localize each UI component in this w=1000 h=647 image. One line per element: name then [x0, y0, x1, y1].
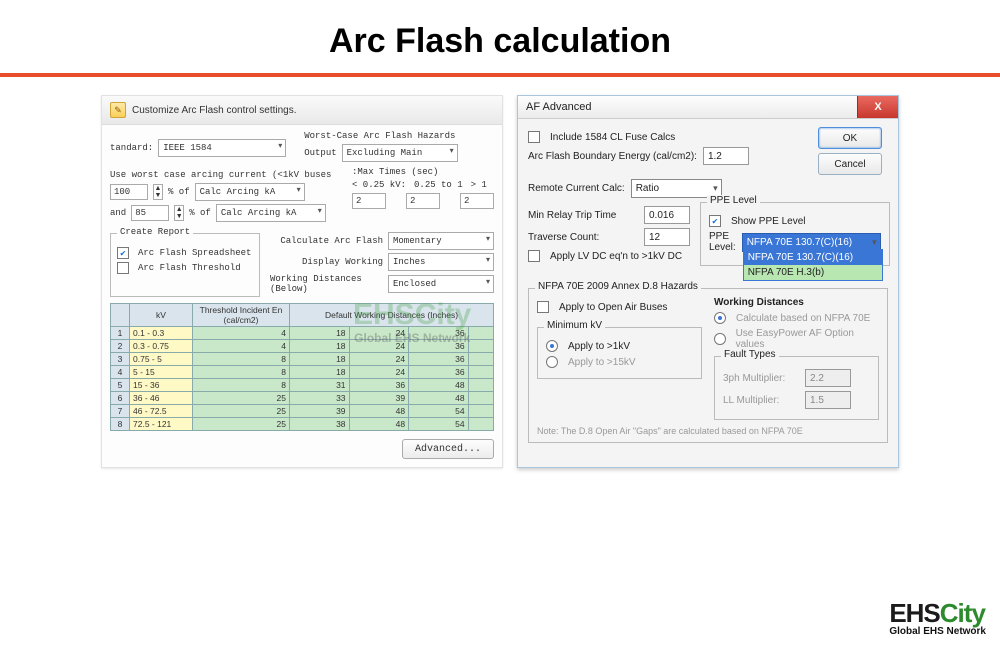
standard-label: tandard: [110, 143, 153, 153]
min-kv-legend: Minimum kV [544, 320, 605, 331]
ft-ll-field: 1.5 [805, 391, 851, 409]
th-wd: Default Working Distances (Inches) [290, 304, 494, 327]
min-relay-field[interactable]: 0.016 [644, 206, 690, 224]
remote-label: Remote Current Calc: [528, 183, 625, 194]
table-row: 45 - 158182436 [111, 366, 494, 379]
include-1584-label: Include 1584 CL Fuse Calcs [550, 132, 675, 143]
pct-100-field[interactable]: 100 [110, 184, 148, 200]
calc-af-label: Calculate Arc Flash [280, 236, 383, 246]
gt1-label: > 1 [471, 180, 487, 190]
use-worstcase-label: Use worst case arcing current (<1kV buse… [110, 170, 331, 180]
apply-lv-label: Apply LV DC eq'n to >1kV DC [550, 251, 682, 262]
spreadsheet-label: Arc Flash Spreadsheet [138, 248, 251, 258]
af-advanced-title: AF Advanced [526, 101, 591, 113]
apply-open-air-checkbox[interactable] [537, 301, 549, 313]
table-row: 10.1 - 0.34182436 [111, 327, 494, 340]
ft-3ph-field: 2.2 [805, 369, 851, 387]
ppe-level-options: NFPA 70E 130.7(C)(16) NFPA 70E H.3(b) [743, 249, 883, 281]
table-row: 636 - 4625333948 [111, 392, 494, 405]
calc-af-select[interactable]: Momentary [388, 232, 494, 250]
maxtime-b-field[interactable]: 2 [406, 193, 440, 209]
display-working-select[interactable]: Inches [388, 253, 494, 271]
min-relay-label: Min Relay Trip Time [528, 210, 638, 221]
table-row: 30.75 - 58182436 [111, 353, 494, 366]
th-threshold: Threshold Incident En (cal/cm2) [193, 304, 290, 327]
footer-logo: EHSCity Global EHS Network [889, 600, 986, 637]
afb-field[interactable]: 1.2 [703, 147, 749, 165]
ppe-level-label: PPE Level: [709, 231, 736, 253]
cancel-button[interactable]: Cancel [818, 153, 882, 175]
and-label: and [110, 208, 126, 218]
wd-easypower-label: Use EasyPower AF Option values [736, 328, 879, 350]
show-ppe-label: Show PPE Level [731, 216, 806, 227]
apply-1kv-label: Apply to >1kV [568, 341, 630, 352]
wd-easypower-radio[interactable] [714, 333, 726, 345]
output-label: Output [304, 148, 336, 158]
customize-panel: ✎ Customize Arc Flash control settings. … [101, 95, 503, 468]
threshold-label: Arc Flash Threshold [138, 263, 241, 273]
create-report-legend: Create Report [117, 227, 193, 237]
settings-icon: ✎ [110, 102, 126, 118]
ft-3ph-label: 3ph Multiplier: [723, 373, 799, 384]
display-working-label: Display Working [302, 257, 383, 267]
d8-note: Note: The D.8 Open Air "Gaps" are calcul… [537, 426, 879, 436]
pct-of-label-2: % of [189, 208, 211, 218]
threshold-checkbox[interactable] [117, 262, 129, 274]
wd-calc-label: Calculate based on NFPA 70E [736, 313, 870, 324]
calc-arcing-select-1[interactable]: Calc Arcing kA [195, 183, 305, 201]
output-select[interactable]: Excluding Main [342, 144, 458, 162]
ppe-option-h3b[interactable]: NFPA 70E H.3(b) [744, 265, 882, 280]
th-kv: kV [130, 304, 193, 327]
ppe-group-legend: PPE Level [707, 195, 760, 206]
apply-open-air-label: Apply to Open Air Buses [559, 302, 667, 313]
lt025-label: < 0.25 kV: [352, 180, 406, 190]
wd-calc-radio[interactable] [714, 312, 726, 324]
calc-arcing-select-2[interactable]: Calc Arcing kA [216, 204, 326, 222]
apply-1kv-radio[interactable] [546, 340, 558, 352]
include-1584-checkbox[interactable] [528, 131, 540, 143]
afb-label: Arc Flash Boundary Energy (cal/cm2): [528, 151, 697, 162]
th-blank [111, 304, 130, 327]
pct-85-field[interactable]: 85 [131, 205, 169, 221]
spinner-icon[interactable]: ▲▼ [174, 205, 184, 221]
table-row: 746 - 72.525394854 [111, 405, 494, 418]
apply-15kv-label: Apply to >15kV [568, 357, 636, 368]
maxtime-a-field[interactable]: 2 [352, 193, 386, 209]
pct-of-label-1: % of [168, 187, 190, 197]
show-ppe-checkbox[interactable] [709, 215, 721, 227]
customize-panel-header: ✎ Customize Arc Flash control settings. [102, 96, 502, 125]
ft-ll-label: LL Multiplier: [723, 395, 799, 406]
traverse-field[interactable]: 12 [644, 228, 690, 246]
table-row: 872.5 - 12125384854 [111, 418, 494, 431]
spinner-icon[interactable]: ▲▼ [153, 184, 163, 200]
max-times-label: :Max Times (sec) [352, 167, 494, 177]
maxtime-c-field[interactable]: 2 [460, 193, 494, 209]
wd-legend: Working Distances [714, 297, 879, 308]
ok-button[interactable]: OK [818, 127, 882, 149]
customize-panel-title: Customize Arc Flash control settings. [132, 105, 297, 116]
ppe-option-130-7[interactable]: NFPA 70E 130.7(C)(16) [744, 250, 882, 265]
page-title: Arc Flash calculation [0, 22, 1000, 61]
wd-below-label: Working Distances (Below) [270, 274, 383, 294]
table-row: 20.3 - 0.754182436 [111, 340, 494, 353]
traverse-label: Traverse Count: [528, 232, 638, 243]
annex-d8-legend: NFPA 70E 2009 Annex D.8 Hazards [535, 281, 701, 292]
apply-lv-checkbox[interactable] [528, 250, 540, 262]
table-row: 515 - 368313648 [111, 379, 494, 392]
close-button[interactable]: X [857, 96, 898, 118]
threshold-table: kV Threshold Incident En (cal/cm2) Defau… [110, 303, 494, 431]
af-advanced-panel: AF Advanced X Include 1584 CL Fuse Calcs… [517, 95, 899, 468]
wd-below-select[interactable]: Enclosed [388, 275, 494, 293]
spreadsheet-checkbox[interactable] [117, 247, 129, 259]
af-advanced-titlebar: AF Advanced X [518, 96, 898, 119]
fault-types-legend: Fault Types [721, 349, 779, 360]
advanced-button[interactable]: Advanced... [402, 439, 494, 459]
title-underline [0, 73, 1000, 77]
worstcase-heading: Worst-Case Arc Flash Hazards [304, 131, 457, 141]
standard-select[interactable]: IEEE 1584 [158, 139, 286, 157]
apply-15kv-radio[interactable] [546, 356, 558, 368]
range025-label: 0.25 to 1 [414, 180, 463, 190]
